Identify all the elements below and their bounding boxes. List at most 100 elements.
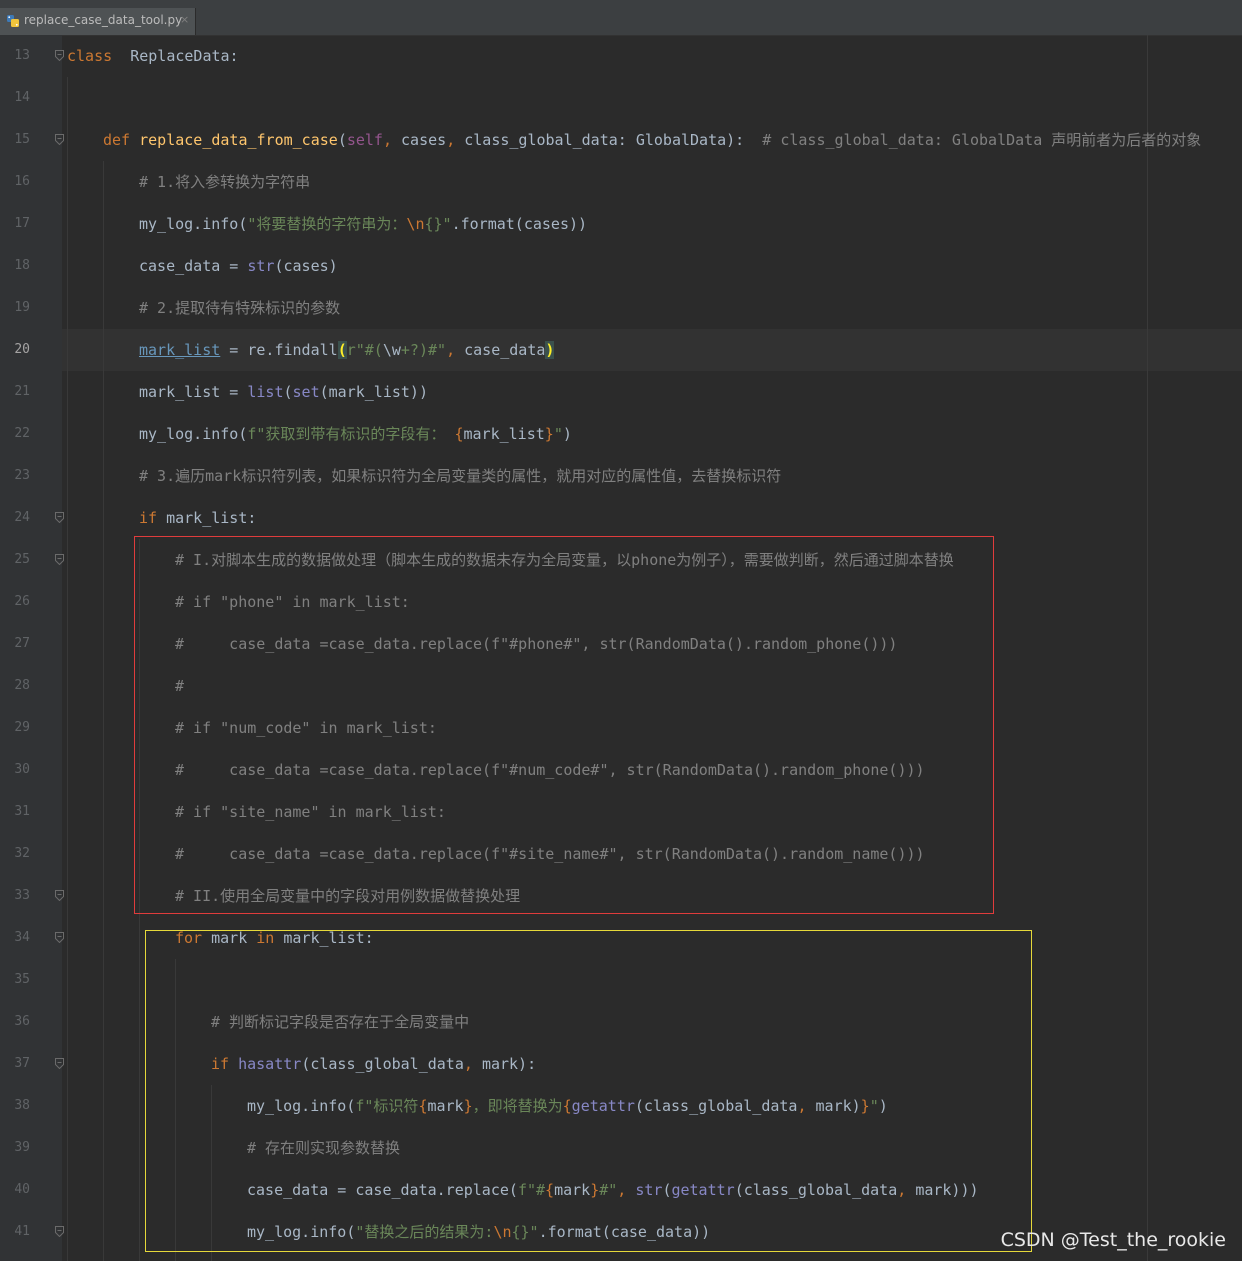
code-line[interactable]: 23 # 3.遍历mark标识符列表，如果标识符为全局变量类的属性，就用对应的属性…: [0, 455, 1242, 497]
code-text: mark_list = re.findall(r"#(\w+?)#", case…: [139, 329, 555, 371]
code-token: \n: [406, 215, 425, 233]
line-number: 19: [14, 300, 30, 315]
red-annotation-box: [134, 536, 994, 914]
code-token: \w: [382, 341, 401, 359]
code-line[interactable]: 15 def replace_data_from_case(self, cases…: [0, 119, 1242, 161]
code-token: # 2.提取待有特殊标识的参数: [139, 299, 341, 317]
line-number: 39: [14, 1140, 30, 1155]
fold-marker-icon[interactable]: [55, 1058, 64, 1069]
code-token: case_data =: [139, 257, 248, 275]
code-token: def: [103, 131, 140, 149]
code-token: replace_data_from_case: [139, 131, 338, 149]
editor-tab-bar: replace_case_data_tool.py ×: [0, 0, 1242, 36]
code-line[interactable]: 22 my_log.info(f"获取到带有标识的字段有： {mark_list}…: [0, 413, 1242, 455]
code-token: # 1.将入参转换为字符串: [139, 173, 311, 191]
line-number: 20: [14, 342, 30, 357]
code-token: (cases): [274, 257, 338, 275]
fold-marker-icon[interactable]: [55, 50, 64, 61]
fold-marker-icon[interactable]: [55, 1226, 64, 1237]
code-token: my_log.info(: [139, 425, 248, 443]
csdn-watermark: CSDN @Test_the_rookie: [1000, 1229, 1226, 1251]
code-token: if: [139, 509, 167, 527]
code-token: (: [337, 131, 347, 149]
python-file-icon: [7, 15, 19, 27]
line-number: 36: [14, 1014, 30, 1029]
code-token: ,: [382, 131, 402, 149]
line-number: 14: [14, 90, 30, 105]
line-number: 28: [14, 678, 30, 693]
code-line[interactable]: 21 mark_list = list(set(mark_list)): [0, 371, 1242, 413]
line-number: 18: [14, 258, 30, 273]
code-token: = re.findall: [220, 341, 338, 359]
code-token: mark_list: [463, 425, 545, 443]
line-number: 32: [14, 846, 30, 861]
code-line[interactable]: 18 case_data = str(cases): [0, 245, 1242, 287]
code-token: (mark_list)): [319, 383, 428, 401]
fold-marker-icon[interactable]: [55, 890, 64, 901]
code-token: list: [247, 383, 284, 401]
line-number: 30: [14, 762, 30, 777]
line-number: 23: [14, 468, 30, 483]
line-number: 26: [14, 594, 30, 609]
line-number: 31: [14, 804, 30, 819]
code-token: class: [67, 47, 113, 65]
code-token: ): [562, 425, 572, 443]
code-line[interactable]: 14: [0, 77, 1242, 119]
code-token: r"#(: [346, 341, 383, 359]
code-token: mark_list: [139, 341, 221, 359]
line-number: 29: [14, 720, 30, 735]
code-token: ReplaceData:: [112, 47, 239, 65]
code-token: +?)#": [400, 341, 447, 359]
code-token: case_data: [464, 341, 546, 359]
line-number: 33: [14, 888, 30, 903]
code-line[interactable]: 16 # 1.将入参转换为字符串: [0, 161, 1242, 203]
code-token: mark_list:: [166, 509, 257, 527]
fold-marker-icon[interactable]: [55, 512, 64, 523]
code-line[interactable]: 24 if mark_list:: [0, 497, 1242, 539]
line-number: 21: [14, 384, 30, 399]
fold-marker-icon[interactable]: [55, 554, 64, 565]
code-line[interactable]: 19 # 2.提取待有特殊标识的参数: [0, 287, 1242, 329]
code-token: "将要替换的字符串为：: [247, 215, 407, 233]
tab-filename: replace_case_data_tool.py: [24, 13, 183, 27]
code-token: # class_global_data: GlobalData 声明前者为后者的…: [762, 131, 1202, 149]
code-token: mark_list =: [139, 383, 248, 401]
code-line[interactable]: 13 class ReplaceData:: [0, 35, 1242, 77]
code-token: ,: [446, 131, 465, 149]
fold-marker-icon[interactable]: [55, 134, 64, 145]
code-text: case_data = str(cases): [139, 245, 338, 287]
code-text: my_log.info(f"获取到带有标识的字段有： {mark_list}"): [139, 413, 572, 455]
code-token: my_log.info(: [139, 215, 248, 233]
code-text: mark_list = list(set(mark_list)): [139, 371, 428, 413]
code-token: # 3.遍历mark标识符列表，如果标识符为全局变量类的属性，就用对应的属性值，…: [139, 467, 782, 485]
code-line[interactable]: 17 my_log.info("将要替换的字符串为：\n{}".format(ca…: [0, 203, 1242, 245]
code-text: # 3.遍历mark标识符列表，如果标识符为全局变量类的属性，就用对应的属性值，…: [139, 455, 781, 497]
code-token: self: [346, 131, 383, 149]
code-token: ): [545, 341, 555, 359]
line-number: 34: [14, 930, 30, 945]
tab-close-icon[interactable]: ×: [180, 13, 189, 26]
tab-replace-case-data-tool[interactable]: replace_case_data_tool.py ×: [0, 8, 196, 35]
code-line[interactable]: 20 mark_list = re.findall(r"#(\w+?)#", ca…: [0, 329, 1242, 371]
line-number: 40: [14, 1182, 30, 1197]
code-token: (: [337, 341, 347, 359]
line-number: 37: [14, 1056, 30, 1071]
line-number: 25: [14, 552, 30, 567]
code-text: # 2.提取待有特殊标识的参数: [139, 287, 340, 329]
yellow-annotation-box: [145, 930, 1032, 1252]
line-number: 24: [14, 510, 30, 525]
code-token: ,: [446, 341, 465, 359]
code-token: {: [454, 425, 464, 443]
line-number: 35: [14, 972, 30, 987]
code-token: cases: [401, 131, 447, 149]
line-number: 17: [14, 216, 30, 231]
line-number: 41: [14, 1224, 30, 1239]
line-number: 15: [14, 132, 30, 147]
fold-marker-icon[interactable]: [55, 932, 64, 943]
code-text: if mark_list:: [139, 497, 256, 539]
code-token: .format(cases)): [451, 215, 588, 233]
line-number: 38: [14, 1098, 30, 1113]
code-token: ": [553, 425, 563, 443]
code-token: (: [283, 383, 293, 401]
line-number: 13: [14, 48, 30, 63]
